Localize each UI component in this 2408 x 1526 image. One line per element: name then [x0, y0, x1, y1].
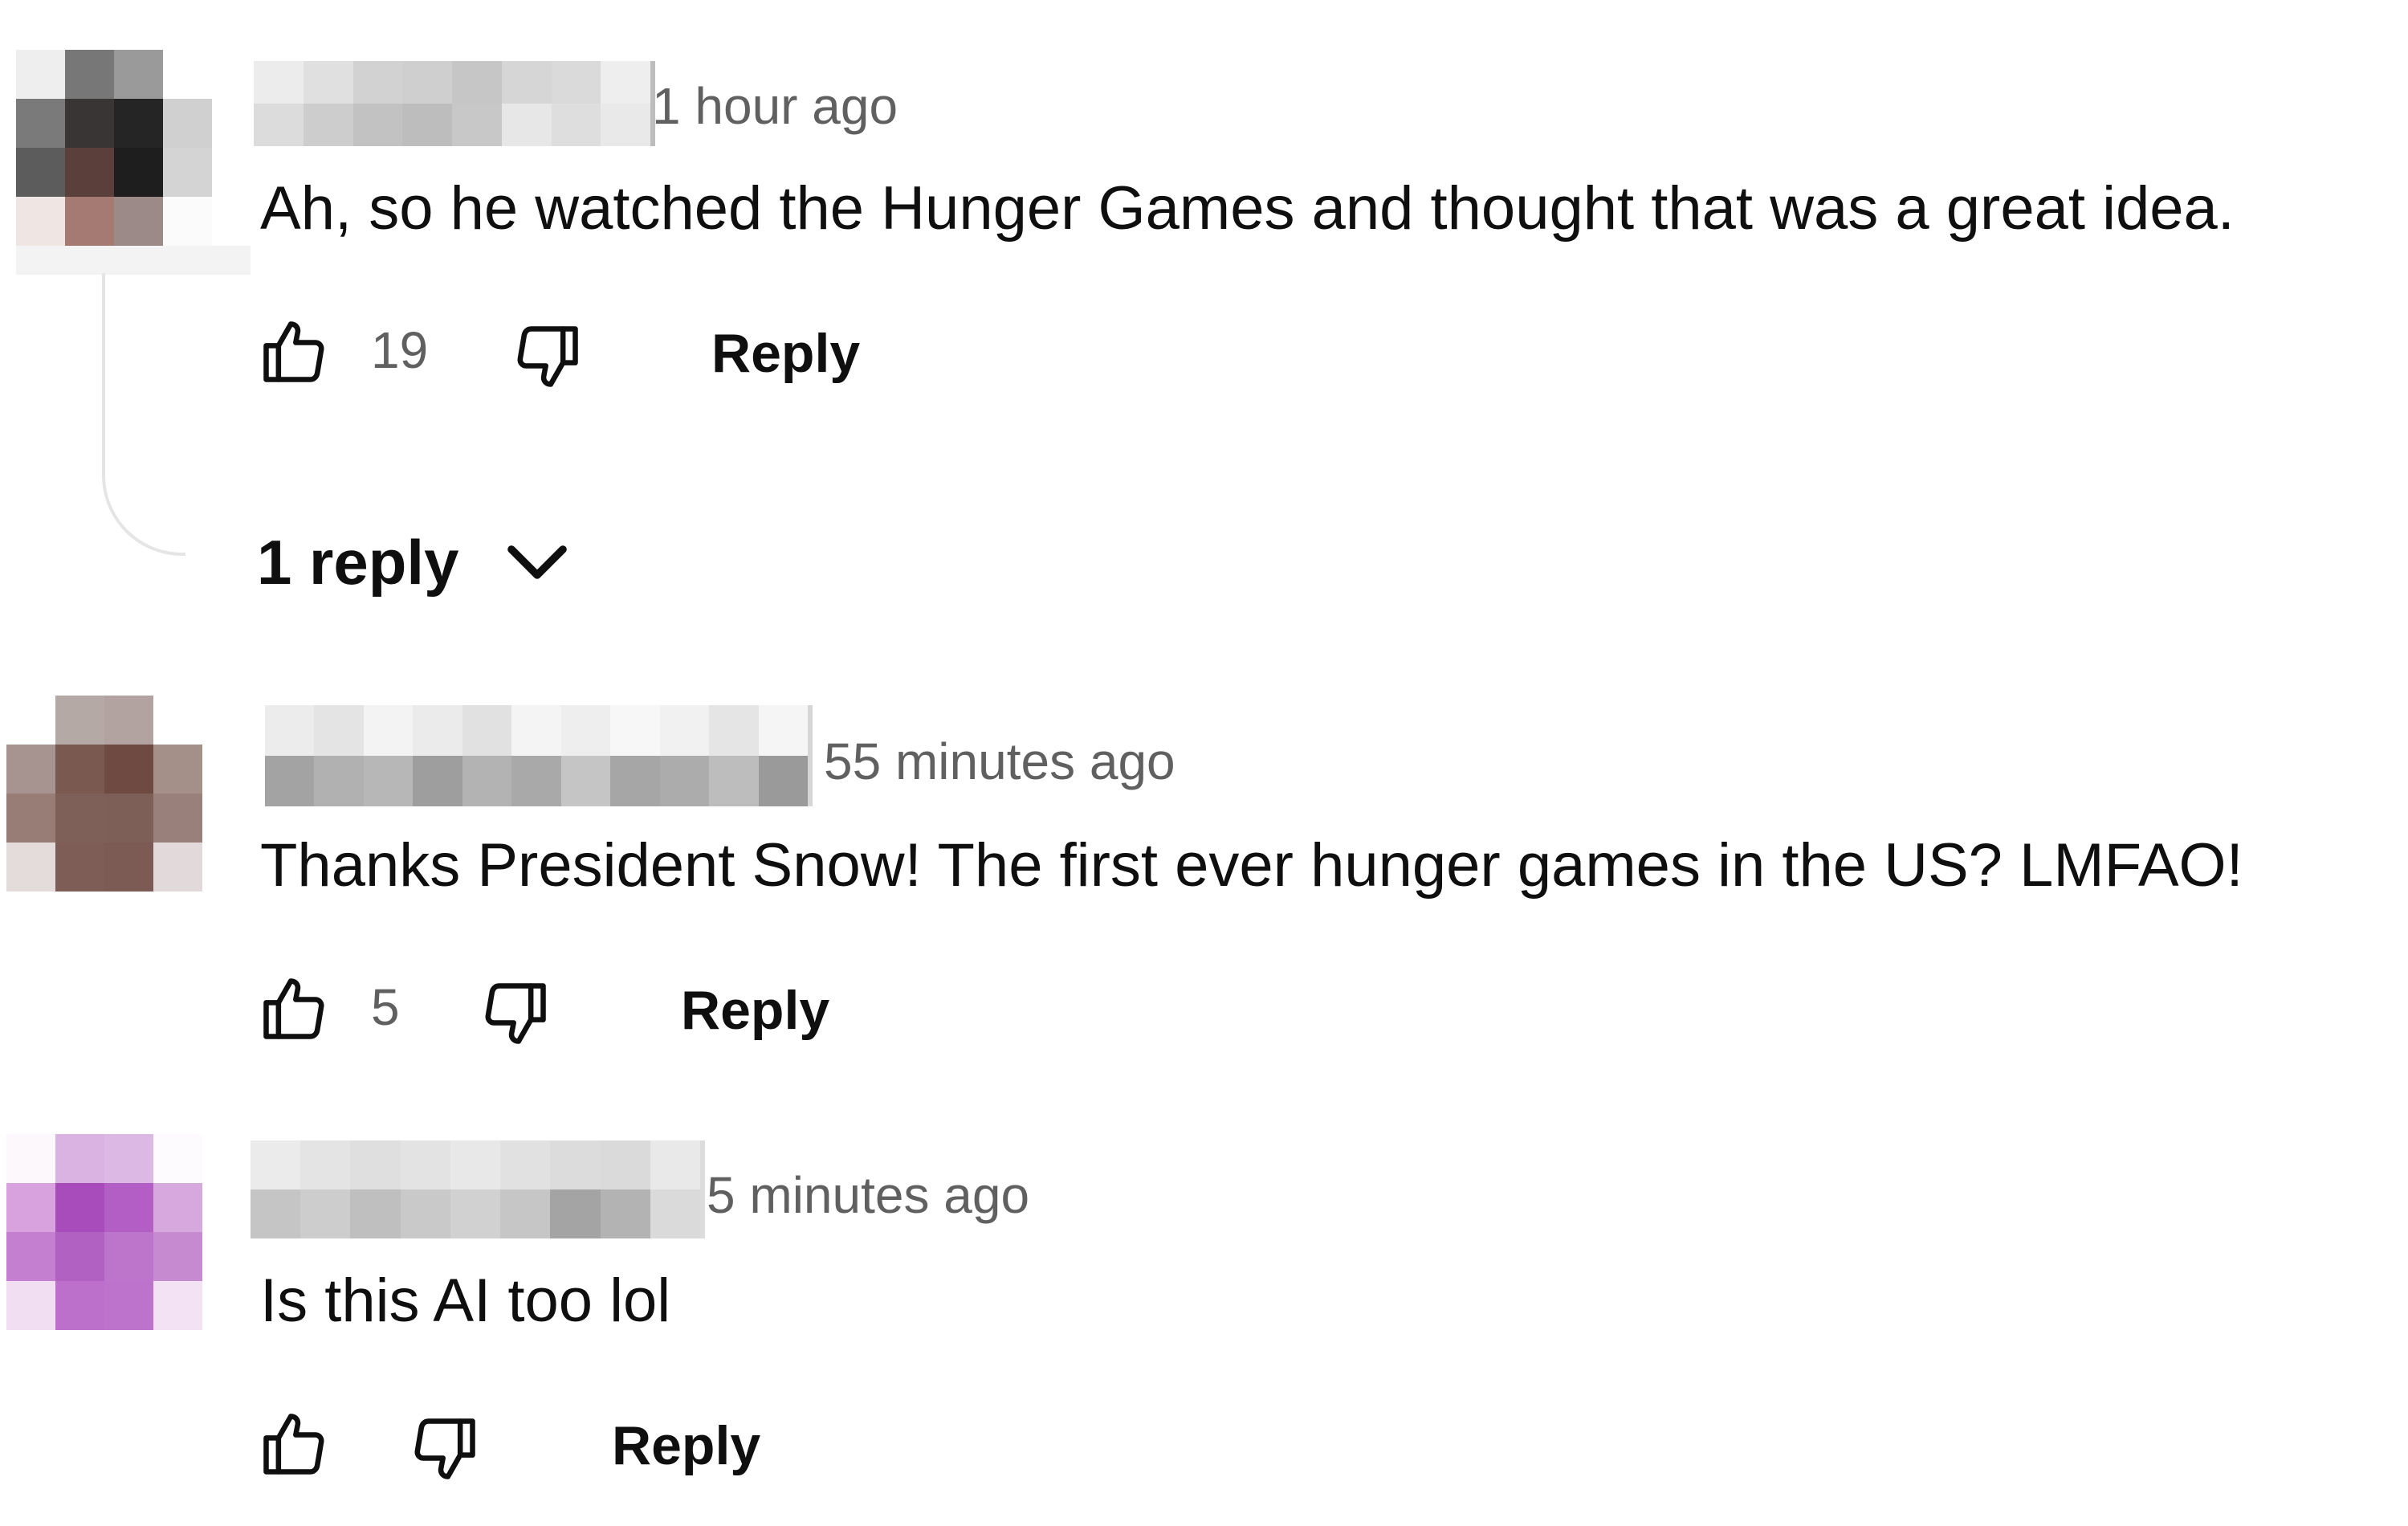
comment-timestamp[interactable]: 5 minutes ago — [707, 1169, 1029, 1221]
username-redacted[interactable] — [265, 705, 813, 806]
like-count: 19 — [371, 321, 429, 379]
avatar[interactable] — [6, 1134, 202, 1330]
reply-button[interactable]: Reply — [612, 1418, 760, 1473]
avatar[interactable] — [6, 696, 202, 892]
thumbs-down-icon[interactable] — [511, 320, 585, 394]
comment-timestamp[interactable]: 55 minutes ago — [824, 736, 1175, 787]
avatar-shadow — [16, 246, 251, 275]
comment-text: Ah, so he watched the Hunger Games and t… — [260, 174, 2235, 243]
thumbs-up-icon[interactable] — [257, 1407, 331, 1481]
username-redacted[interactable] — [254, 61, 655, 146]
thumbs-down-icon[interactable] — [408, 1412, 482, 1486]
comment-timestamp[interactable]: 1 hour ago — [652, 80, 898, 132]
replies-count-label: 1 reply — [257, 527, 459, 598]
comment-text: Thanks President Snow! The first ever hu… — [260, 831, 2243, 900]
thumbs-down-icon[interactable] — [479, 977, 552, 1051]
reply-button[interactable]: Reply — [681, 983, 829, 1038]
chevron-down-icon — [499, 524, 576, 601]
thumbs-up-icon[interactable] — [257, 972, 331, 1046]
comment-text: Is this AI too lol — [260, 1267, 671, 1335]
thread-connector-line — [102, 273, 185, 556]
view-replies-button[interactable]: 1 reply — [257, 524, 576, 601]
reply-button[interactable]: Reply — [711, 326, 860, 381]
avatar[interactable] — [16, 50, 212, 246]
like-count: 5 — [371, 978, 400, 1036]
username-redacted[interactable] — [251, 1140, 705, 1238]
thumbs-up-icon[interactable] — [257, 315, 331, 389]
